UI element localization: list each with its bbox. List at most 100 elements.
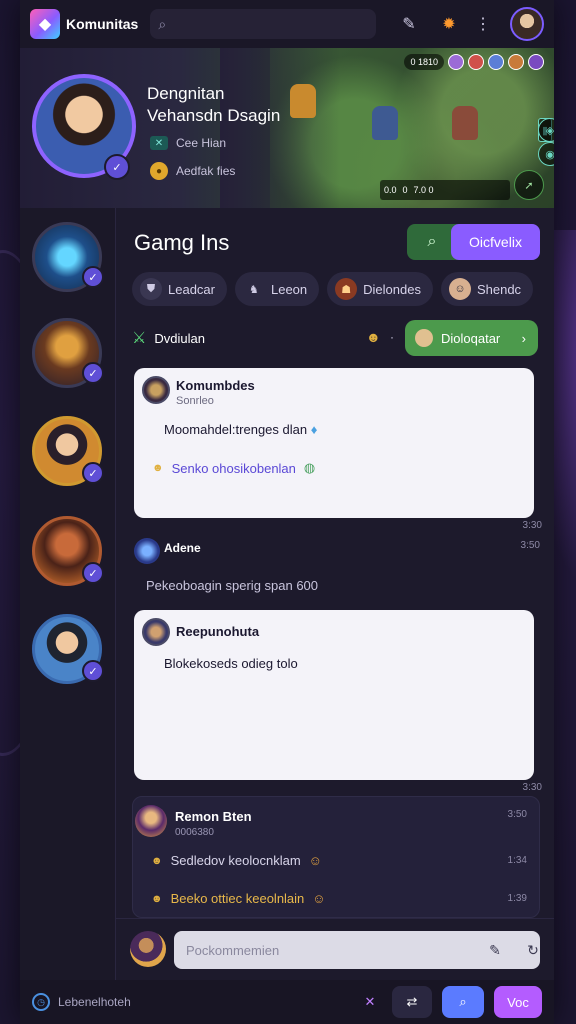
timestamp: 3:30 — [522, 782, 542, 793]
post-body: Moomahdel:trenges dlan ♦ — [164, 422, 317, 437]
division-button[interactable]: Dioloqatar › — [405, 320, 538, 356]
post-title: Reepunohuta — [176, 624, 260, 639]
emblem-icon: ☻ — [366, 329, 381, 345]
player-dot-icon — [468, 54, 484, 70]
app-title: Komunitas — [66, 16, 139, 32]
top-bar: ◆ Komunitas ⌕ ✎ ✹ ⋮ — [20, 0, 554, 48]
figure-icon: ♞ — [249, 283, 259, 296]
timestamp: 3:30 — [522, 520, 542, 531]
post-card[interactable]: Reepunohuta Blokekoseds odieg tolo — [134, 610, 534, 780]
send-icon[interactable]: ↻ — [522, 939, 544, 961]
globe-icon: ◍ — [303, 460, 316, 475]
clock-icon: ◷ — [32, 993, 50, 1011]
translate-button[interactable]: ⇄ — [392, 986, 432, 1018]
post-text: Pekeoboagin sperig span 600 — [146, 578, 319, 593]
chip-label: Shendc — [476, 281, 522, 297]
player-dot-icon — [448, 54, 464, 70]
avatar — [134, 538, 160, 564]
emoji-icon: ☺ — [308, 853, 322, 868]
post-author: Adene — [164, 541, 201, 555]
game-hud-top: 0 1810 — [404, 54, 544, 70]
bottom-bar-text: Lebenelhoteh — [58, 995, 131, 1009]
search-input[interactable]: ⌕ — [150, 9, 377, 39]
hud-score: 0 1810 — [404, 54, 444, 70]
chip-heroes[interactable]: ☗ Dielondes — [327, 272, 433, 306]
post-link-text: Senko ohosikobenlan — [171, 460, 296, 476]
thread-line[interactable]: ☻ Beeko ottiec keeolnlain ☺ — [151, 891, 326, 906]
timestamp: 1:34 — [507, 855, 527, 866]
avatar-icon — [415, 329, 433, 347]
emblem-icon: ☻ — [151, 854, 163, 867]
thread-line-text: Beeko ottiec keeolnlain — [170, 891, 305, 906]
search-button[interactable]: ⌕ — [407, 224, 457, 260]
hero-icon: ☗ — [335, 278, 358, 300]
verified-badge-icon: ✓ — [82, 462, 104, 484]
feed-post[interactable]: Adene 3:50 Pekeoboagin sperig span 600 — [134, 538, 540, 598]
thread-line[interactable]: ☻ Sedledov keolocnklam ☺ — [151, 853, 322, 868]
division-label: Dvdiulan — [154, 330, 205, 346]
profile-meta-row: ● Aedfak fies — [150, 162, 235, 180]
section-title: Gamg Ins — [134, 230, 230, 255]
search-button[interactable]: ⌕ — [442, 986, 484, 1018]
main-content: Gamg Ins ⌕ Oicfvelix ⛊ Leadcar ♞ Leeon ☗… — [116, 208, 554, 980]
profile-meta-row: ✕ Cee Hian — [150, 136, 226, 150]
avatar — [135, 805, 167, 837]
timestamp: 1:39 — [507, 893, 527, 904]
message-composer: Pockommemien ✎ ↻ — [116, 918, 554, 980]
post-subtitle: Sonrleo — [176, 395, 214, 407]
post-card[interactable]: Komumbdes Sonrleo Moomahdel:trenges dlan… — [134, 368, 534, 518]
coin-icon: ● — [150, 162, 168, 180]
filter-chips: ⛊ Leadcar ♞ Leeon ☗ Dielondes ☺ Shendc — [132, 272, 534, 306]
chevron-right-icon: › — [521, 330, 526, 346]
primary-action-button[interactable]: Oicfvelix — [451, 224, 540, 260]
chip-lesson[interactable]: ♞ Leeon — [234, 272, 320, 306]
message-input-placeholder: Pockommemien — [186, 942, 280, 958]
verified-badge-icon: ✓ — [104, 154, 130, 180]
chip-leaderboard[interactable]: ⛊ Leadcar — [132, 272, 227, 306]
avatar-icon: ☺ — [448, 278, 471, 300]
sparkle-icon[interactable]: ✕ — [358, 986, 382, 1018]
chip-label: Leadcar — [168, 281, 215, 297]
more-vertical-icon[interactable]: ⋮ — [468, 9, 498, 39]
post-link[interactable]: ☻ Senko ohosikobenlan ◍ — [152, 460, 315, 476]
chip-label: Dielondes — [363, 281, 421, 297]
edit-icon[interactable]: ✎ — [394, 9, 424, 39]
chip-label: Leeon — [270, 281, 308, 297]
composer-avatar — [130, 931, 166, 967]
player-dot-icon — [488, 54, 504, 70]
profile-meta-text: Cee Hian — [176, 136, 227, 150]
hero-figure-icon — [452, 106, 478, 140]
thread-card[interactable]: Remon Bten 0006380 3:50 ☻ Sedledov keolo… — [132, 796, 540, 918]
emblem-icon: ☻ — [151, 892, 163, 905]
shield-icon: ⛊ — [140, 278, 162, 300]
verified-badge-icon: ✓ — [82, 266, 104, 288]
timestamp: 3:50 — [507, 809, 527, 820]
verified-badge-icon: ✓ — [82, 660, 104, 682]
app-window: ◆ Komunitas ⌕ ✎ ✹ ⋮ 0 1810 ▮ ◈ ◉ 0.0 0 — [20, 0, 554, 1024]
skill-icon: ➚ — [514, 170, 544, 200]
verified-badge-icon: ✓ — [82, 562, 104, 584]
player-dot-icon — [528, 54, 544, 70]
search-icon: ⌕ — [427, 233, 437, 250]
chip-profile[interactable]: ☺ Shendc — [440, 272, 534, 306]
thread-author: Remon Bten — [175, 809, 252, 824]
voice-button[interactable]: Voc — [494, 986, 542, 1018]
flame-icon[interactable]: ✹ — [434, 9, 464, 39]
friends-rail: ✓ ✓ ✓ ✓ ✓ — [20, 208, 116, 980]
bottom-bar: ◷ Lebenelhoteh ✕ ⇄ ⌕ Voc — [20, 980, 554, 1024]
hero-figure-icon — [290, 84, 316, 118]
dot-separator: · — [390, 330, 394, 344]
division-button-label: Dioloqatar — [441, 330, 501, 346]
profile-meta-text: Aedfak fies — [176, 164, 236, 178]
translate-icon: ⇄ — [406, 994, 418, 1009]
thread-subtitle: 0006380 — [175, 827, 214, 838]
hud-stat: 0 — [402, 185, 408, 195]
search-icon: ⌕ — [158, 15, 167, 32]
profile-name: Dengnitan — [147, 84, 225, 103]
pen-icon[interactable]: ✎ — [484, 939, 506, 961]
player-dot-icon — [508, 54, 524, 70]
thread-line-text: Sedledov keolocnklam — [170, 853, 301, 868]
user-avatar[interactable] — [510, 7, 544, 41]
app-logo-icon[interactable]: ◆ — [30, 9, 60, 39]
timestamp: 3:50 — [520, 540, 540, 551]
